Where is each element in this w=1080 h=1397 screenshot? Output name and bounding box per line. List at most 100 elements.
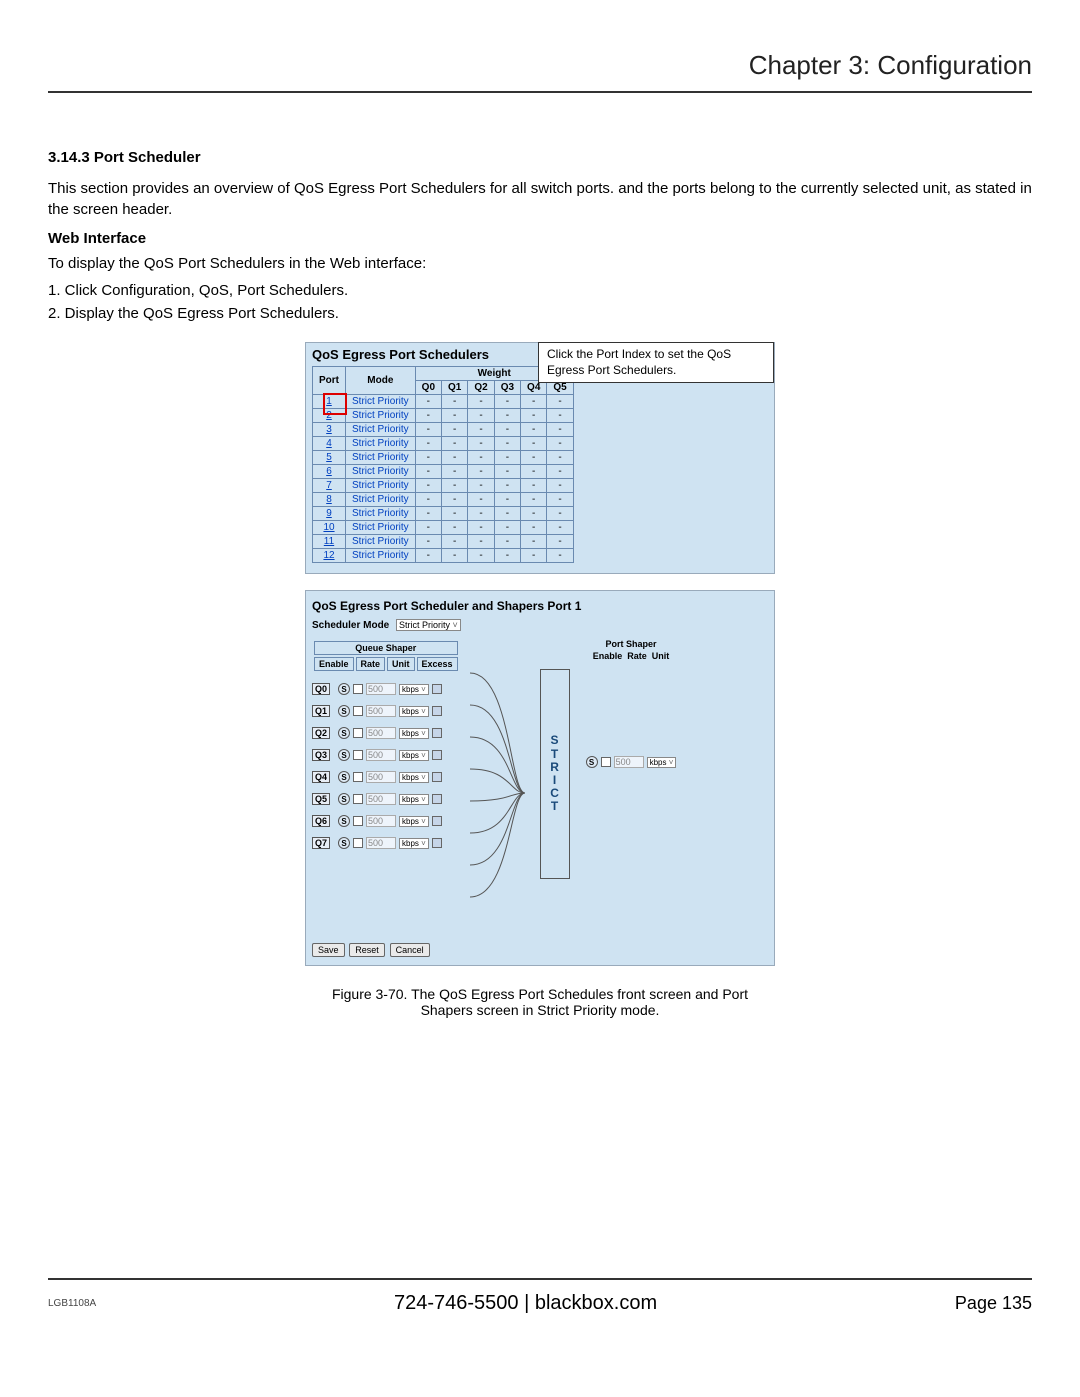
- shot2-title: QoS Egress Port Scheduler and Shapers Po…: [312, 599, 768, 613]
- weight-cell: -: [521, 437, 547, 451]
- queue-unit-select[interactable]: kbps: [399, 684, 429, 695]
- weight-cell: -: [442, 493, 468, 507]
- queue-enable-checkbox[interactable]: [353, 706, 363, 716]
- weight-cell: -: [521, 535, 547, 549]
- weight-cell: -: [415, 465, 441, 479]
- weight-cell: -: [547, 395, 573, 409]
- port-shaper-unit-select[interactable]: kbps: [647, 757, 677, 768]
- cancel-button[interactable]: Cancel: [390, 943, 430, 957]
- table-row: 6Strict Priority------: [313, 465, 574, 479]
- weight-cell: -: [521, 451, 547, 465]
- weight-cell: -: [521, 423, 547, 437]
- queue-col-enable: Enable: [314, 657, 354, 671]
- weight-cell: -: [547, 521, 573, 535]
- queue-excess-checkbox[interactable]: [432, 706, 442, 716]
- weight-cell: -: [415, 535, 441, 549]
- weight-cell: -: [547, 465, 573, 479]
- queue-rate-input[interactable]: 500: [366, 793, 396, 805]
- weight-cell: -: [442, 479, 468, 493]
- queue-rate-input[interactable]: 500: [366, 705, 396, 717]
- port-shaper-enable-checkbox[interactable]: [601, 757, 611, 767]
- port-link[interactable]: 8: [313, 493, 346, 507]
- table-row: 8Strict Priority------: [313, 493, 574, 507]
- queue-unit-select[interactable]: kbps: [399, 706, 429, 717]
- port-link[interactable]: 1: [313, 395, 346, 409]
- queue-enable-checkbox[interactable]: [353, 772, 363, 782]
- chapter-title: Chapter 3: Configuration: [48, 50, 1032, 93]
- weight-cell: -: [415, 395, 441, 409]
- footer-page: Page 135: [955, 1293, 1032, 1314]
- weight-cell: -: [415, 437, 441, 451]
- page-footer: LGB1108A 724-746-5500 | blackbox.com Pag…: [48, 1278, 1032, 1315]
- queue-excess-checkbox[interactable]: [432, 816, 442, 826]
- port-link[interactable]: 3: [313, 423, 346, 437]
- queue-rate-input[interactable]: 500: [366, 771, 396, 783]
- queue-rate-input[interactable]: 500: [366, 815, 396, 827]
- queue-rate-input[interactable]: 500: [366, 727, 396, 739]
- weight-cell: -: [547, 437, 573, 451]
- port-link[interactable]: 10: [313, 521, 346, 535]
- queue-excess-checkbox[interactable]: [432, 772, 442, 782]
- port-shaper-rate-input[interactable]: 500: [614, 756, 644, 768]
- port-link[interactable]: 12: [313, 549, 346, 563]
- weight-cell: -: [521, 409, 547, 423]
- scheduler-mode-select[interactable]: Strict Priority: [396, 619, 461, 631]
- reset-button[interactable]: Reset: [349, 943, 385, 957]
- weight-cell: -: [442, 521, 468, 535]
- weight-cell: -: [494, 479, 520, 493]
- port-link[interactable]: 11: [313, 535, 346, 549]
- col-q0: Q0: [415, 381, 441, 395]
- port-link[interactable]: 6: [313, 465, 346, 479]
- weight-cell: -: [494, 437, 520, 451]
- table-row: 11Strict Priority------: [313, 535, 574, 549]
- weight-cell: -: [494, 493, 520, 507]
- queue-unit-select[interactable]: kbps: [399, 750, 429, 761]
- mode-cell: Strict Priority: [346, 479, 416, 493]
- queue-rate-input[interactable]: 500: [366, 683, 396, 695]
- mode-cell: Strict Priority: [346, 493, 416, 507]
- queue-excess-checkbox[interactable]: [432, 838, 442, 848]
- queue-enable-checkbox[interactable]: [353, 816, 363, 826]
- col-q2: Q2: [468, 381, 494, 395]
- weight-cell: -: [521, 465, 547, 479]
- port-link[interactable]: 9: [313, 507, 346, 521]
- weight-cell: -: [468, 479, 494, 493]
- mode-cell: Strict Priority: [346, 465, 416, 479]
- mode-cell: Strict Priority: [346, 535, 416, 549]
- queue-rate-input[interactable]: 500: [366, 749, 396, 761]
- weight-cell: -: [415, 549, 441, 563]
- weight-cell: -: [521, 493, 547, 507]
- mode-cell: Strict Priority: [346, 507, 416, 521]
- queue-excess-checkbox[interactable]: [432, 684, 442, 694]
- queue-enable-checkbox[interactable]: [353, 838, 363, 848]
- weight-cell: -: [521, 479, 547, 493]
- step-2: 2. Display the QoS Egress Port Scheduler…: [48, 305, 1032, 322]
- queue-unit-select[interactable]: kbps: [399, 772, 429, 783]
- weight-cell: -: [494, 507, 520, 521]
- queue-unit-select[interactable]: kbps: [399, 728, 429, 739]
- port-link[interactable]: 4: [313, 437, 346, 451]
- weight-cell: -: [468, 507, 494, 521]
- port-link[interactable]: 2: [313, 409, 346, 423]
- queue-rate-input[interactable]: 500: [366, 837, 396, 849]
- queue-unit-select[interactable]: kbps: [399, 838, 429, 849]
- port-shaper-col-enable: Enable: [593, 651, 623, 661]
- queue-enable-checkbox[interactable]: [353, 750, 363, 760]
- weight-cell: -: [468, 549, 494, 563]
- queue-excess-checkbox[interactable]: [432, 750, 442, 760]
- table-row: 2Strict Priority------: [313, 409, 574, 423]
- port-link[interactable]: 7: [313, 479, 346, 493]
- table-row: 12Strict Priority------: [313, 549, 574, 563]
- queue-enable-checkbox[interactable]: [353, 728, 363, 738]
- queue-unit-select[interactable]: kbps: [399, 816, 429, 827]
- weight-cell: -: [494, 409, 520, 423]
- queue-enable-checkbox[interactable]: [353, 794, 363, 804]
- save-button[interactable]: Save: [312, 943, 345, 957]
- mode-cell: Strict Priority: [346, 451, 416, 465]
- queue-enable-checkbox[interactable]: [353, 684, 363, 694]
- queue-excess-checkbox[interactable]: [432, 794, 442, 804]
- port-shaper-s-icon: S: [586, 756, 598, 768]
- queue-unit-select[interactable]: kbps: [399, 794, 429, 805]
- queue-excess-checkbox[interactable]: [432, 728, 442, 738]
- port-link[interactable]: 5: [313, 451, 346, 465]
